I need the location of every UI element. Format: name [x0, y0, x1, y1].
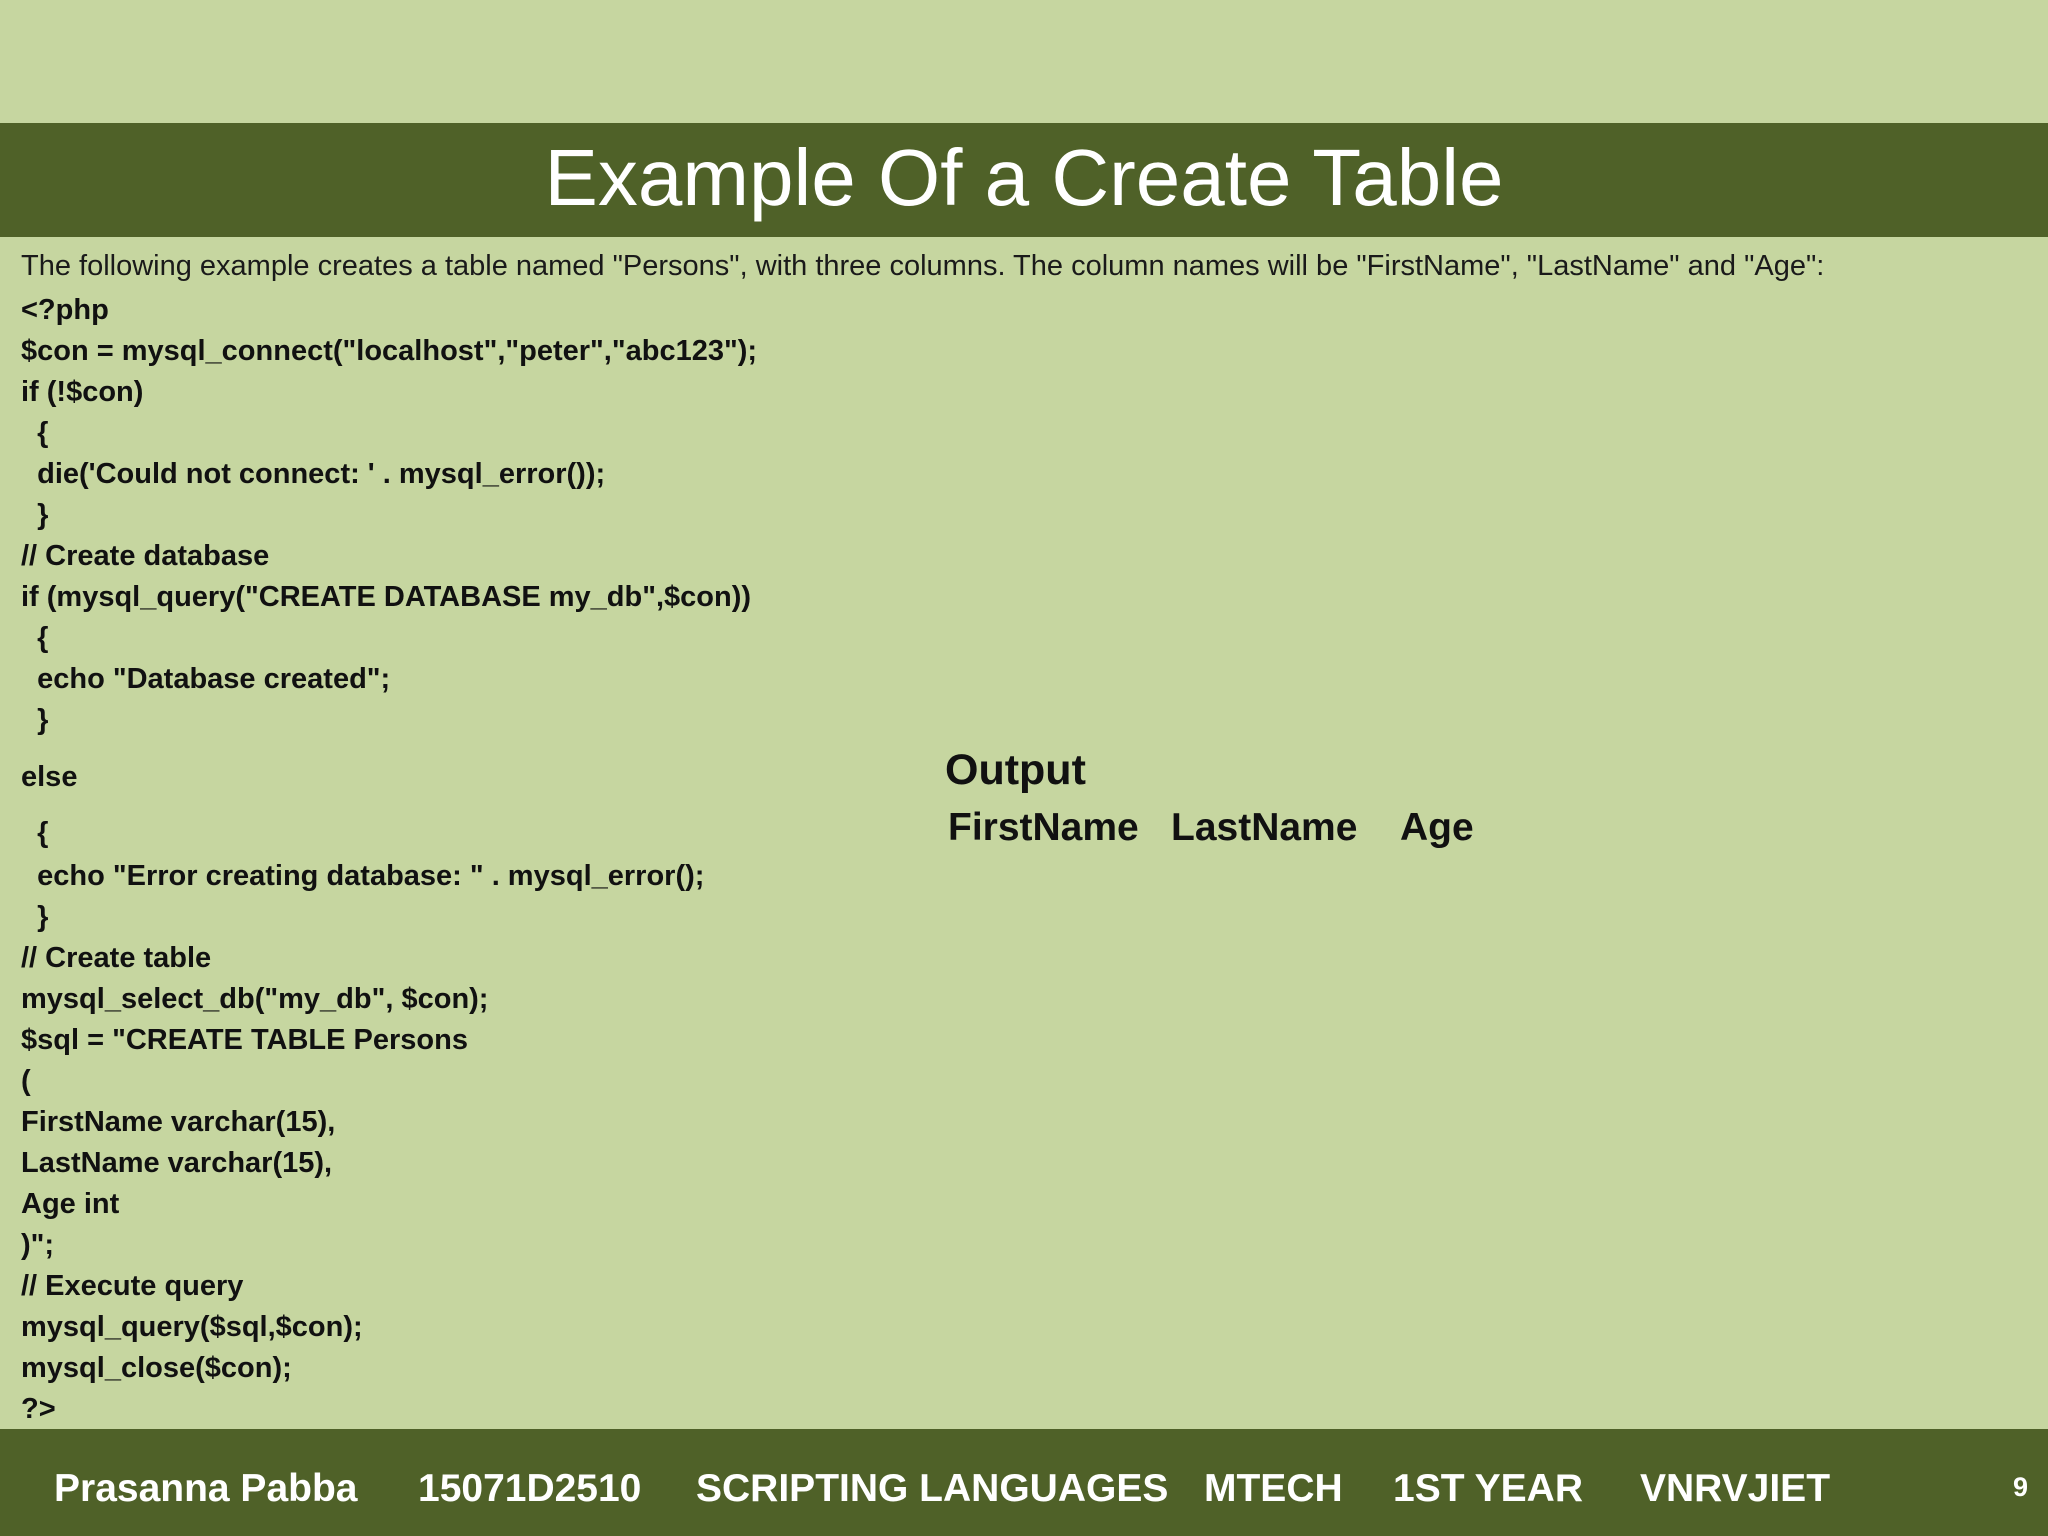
code-line: LastName varchar(15), — [21, 1147, 333, 1179]
footer-subject: SCRIPTING LANGUAGES — [696, 1467, 1169, 1510]
code-line: echo "Database created"; — [21, 663, 391, 695]
footer-course: MTECH — [1204, 1467, 1343, 1510]
code-line: ( — [21, 1065, 31, 1097]
title-banner: Example Of a Create Table — [0, 123, 2048, 237]
code-line: { — [21, 417, 49, 449]
code-line: } — [21, 499, 49, 531]
code-line: if (!$con) — [21, 376, 144, 408]
code-line: if (mysql_query("CREATE DATABASE my_db",… — [21, 581, 752, 613]
code-line: $sql = "CREATE TABLE Persons — [21, 1024, 468, 1056]
code-line: <?php — [21, 294, 109, 326]
output-column-firstname: FirstName — [948, 806, 1139, 849]
code-line: // Create table — [21, 942, 212, 974]
code-line: // Execute query — [21, 1270, 244, 1302]
output-label: Output — [945, 746, 1086, 794]
code-line: else — [21, 761, 78, 793]
code-line: } — [21, 704, 49, 736]
code-line: $con = mysql_connect("localhost","peter"… — [21, 335, 758, 367]
output-column-lastname: LastName — [1171, 806, 1358, 849]
footer-year: 1ST YEAR — [1393, 1467, 1584, 1510]
footer-roll-number: 15071D2510 — [418, 1467, 642, 1510]
code-line: die('Could not connect: ' . mysql_error(… — [21, 458, 606, 490]
footer-author: Prasanna Pabba — [54, 1467, 358, 1510]
intro-text: The following example creates a table na… — [21, 250, 1825, 282]
code-line: )"; — [21, 1229, 55, 1261]
code-block: <?php $con = mysql_connect("localhost","… — [21, 0, 757, 1424]
code-line: mysql_query($sql,$con); — [21, 1311, 363, 1343]
code-line: Age int — [21, 1188, 120, 1220]
code-line: ?> — [21, 1393, 56, 1425]
slide-title: Example Of a Create Table — [544, 133, 1504, 222]
code-line: mysql_select_db("my_db", $con); — [21, 983, 489, 1015]
output-column-age: Age — [1400, 806, 1474, 849]
code-line: } — [21, 901, 49, 933]
code-line: FirstName varchar(15), — [21, 1106, 336, 1138]
footer-college: VNRVJIET — [1640, 1467, 1831, 1510]
code-line: mysql_close($con); — [21, 1352, 292, 1384]
code-line: { — [21, 817, 49, 849]
code-line: echo "Error creating database: " . mysql… — [21, 860, 705, 892]
code-line: // Create database — [21, 540, 270, 572]
page-number: 9 — [2012, 1472, 2028, 1502]
footer-banner: Prasanna Pabba 15071D2510 SCRIPTING LANG… — [0, 1429, 2048, 1536]
code-line: { — [21, 622, 49, 654]
